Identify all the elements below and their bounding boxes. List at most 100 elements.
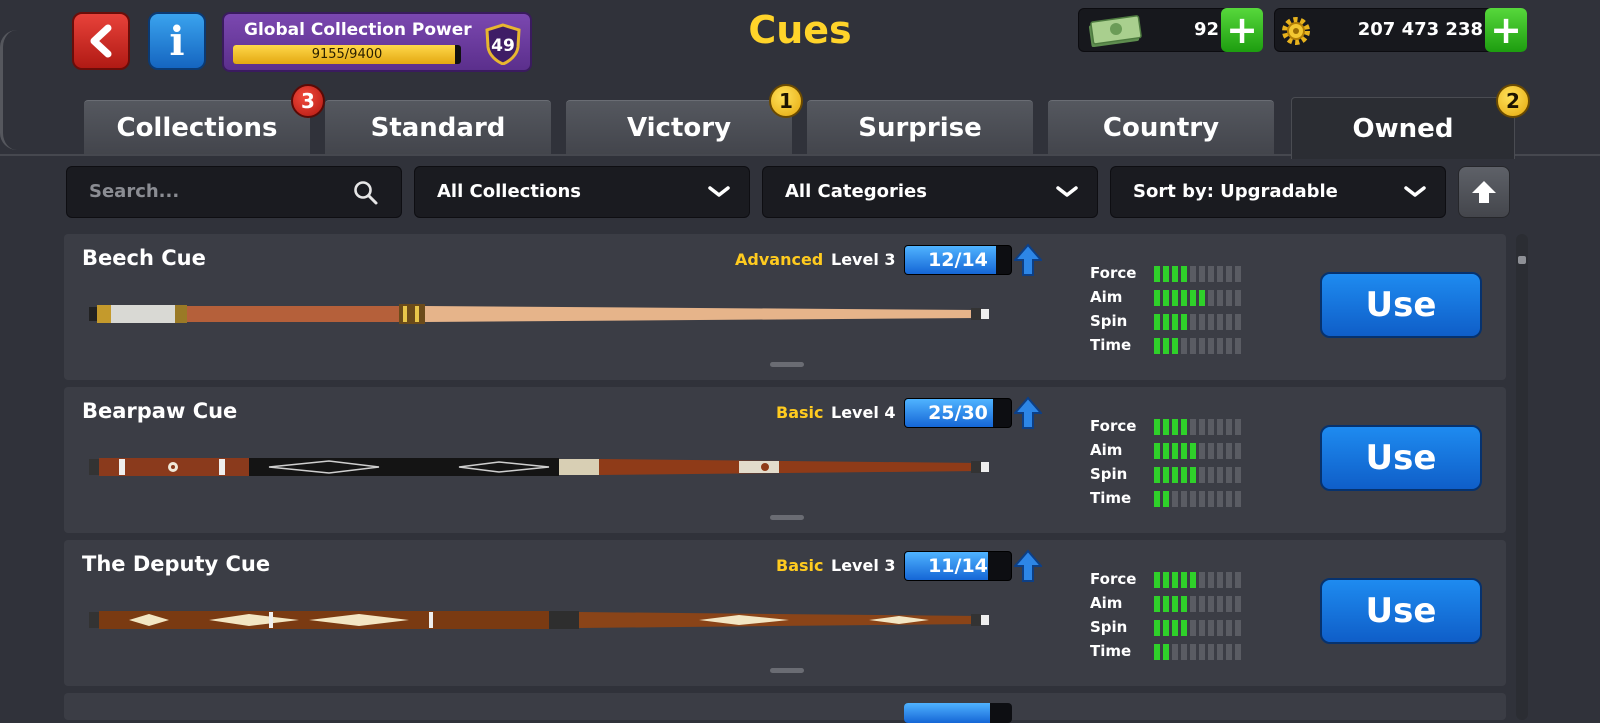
stat-segment (1235, 596, 1241, 612)
stat-bar-spin (1154, 314, 1241, 330)
upgrade-progress-text: 11/14 (928, 555, 988, 577)
tab-label: Owned (1352, 113, 1454, 144)
scrollbar[interactable] (1516, 234, 1528, 720)
search-icon (354, 181, 378, 205)
stat-segment (1163, 266, 1169, 282)
cue-card[interactable] (64, 693, 1506, 723)
stat-bar-time (1154, 644, 1241, 660)
cue-card[interactable]: The Deputy Cue Basic Level 3 11/14 Force… (64, 540, 1506, 686)
sort-dropdown[interactable]: Sort by: Upgradable (1110, 166, 1446, 218)
tab-collections[interactable]: Collections (84, 100, 310, 154)
stat-segment (1226, 572, 1232, 588)
stat-segment (1181, 314, 1187, 330)
stat-segment (1199, 419, 1205, 435)
stat-segment (1208, 467, 1214, 483)
stat-segment (1217, 491, 1223, 507)
stat-segment (1190, 572, 1196, 588)
cue-rarity: Advanced (735, 250, 824, 269)
stat-segment (1154, 419, 1160, 435)
info-button[interactable]: i (148, 12, 206, 70)
cue-card[interactable]: Beech Cue Advanced Level 3 12/14 Force Ai… (64, 234, 1506, 380)
stat-segment (1163, 596, 1169, 612)
plus-icon: + (1226, 8, 1258, 52)
stat-segment (1172, 644, 1178, 660)
category-dropdown[interactable]: All Categories (762, 166, 1098, 218)
stat-segment (1154, 290, 1160, 306)
stat-segment (1208, 419, 1214, 435)
sort-direction-button[interactable] (1458, 166, 1510, 218)
cue-card[interactable]: Bearpaw Cue Basic Level 4 25/30 Force Aim… (64, 387, 1506, 533)
stat-bar-time (1154, 338, 1241, 354)
tab-owned[interactable]: Owned (1291, 97, 1515, 159)
tab-label: Country (1102, 112, 1220, 143)
cue-level: Level 3 (831, 250, 896, 269)
stat-segment (1172, 596, 1178, 612)
stat-segment (1172, 572, 1178, 588)
cue-image (89, 304, 989, 324)
tab-victory[interactable]: Victory (566, 100, 792, 154)
stat-segment (1154, 314, 1160, 330)
plus-icon: + (1490, 8, 1522, 52)
upgrade-progress-fill (904, 703, 991, 723)
use-label: Use (1365, 591, 1437, 631)
stat-segment (1190, 467, 1196, 483)
upgrade-arrow-icon[interactable] (1014, 549, 1042, 583)
use-cue-button[interactable]: Use (1320, 272, 1482, 338)
add-cash-button[interactable]: + (1221, 8, 1263, 52)
tab-label: Collections (116, 112, 278, 143)
upgrade-arrow-icon[interactable] (1014, 243, 1042, 277)
tab-standard[interactable]: Standard (325, 100, 551, 154)
search-input[interactable]: Search... (66, 166, 402, 218)
stat-segment (1226, 314, 1232, 330)
add-coins-button[interactable]: + (1485, 8, 1527, 52)
stat-segment (1208, 572, 1214, 588)
collection-dropdown-value: All Collections (437, 181, 581, 202)
stat-segment (1163, 338, 1169, 354)
use-cue-button[interactable]: Use (1320, 425, 1482, 491)
back-arrow-icon (90, 24, 112, 58)
stat-segment (1163, 572, 1169, 588)
stat-segment (1172, 491, 1178, 507)
stat-segment (1235, 491, 1241, 507)
cue-name: The Deputy Cue (82, 552, 271, 576)
scroll-thumb[interactable] (1518, 256, 1526, 264)
stat-segment (1172, 338, 1178, 354)
stat-segment (1163, 443, 1169, 459)
stat-segment (1154, 572, 1160, 588)
power-label: Global Collection Power (244, 20, 472, 40)
stat-segment (1199, 266, 1205, 282)
tab-label: Surprise (858, 112, 982, 143)
power-progress-bar: 9155/9400 (233, 45, 461, 64)
stat-segment (1226, 290, 1232, 306)
stat-segment (1217, 314, 1223, 330)
stat-label-time: Time (1090, 642, 1132, 660)
upgrade-arrow-icon[interactable] (1014, 396, 1042, 430)
upgrade-progress-bar (904, 703, 1012, 723)
collection-power-panel[interactable]: Global Collection Power 9155/9400 49 (222, 12, 532, 72)
stat-segment (1235, 572, 1241, 588)
power-level: 49 (491, 36, 515, 56)
use-label: Use (1365, 438, 1437, 478)
tab-country[interactable]: Country (1048, 100, 1274, 154)
stat-segment (1172, 290, 1178, 306)
stat-segment (1217, 467, 1223, 483)
stat-segment (1217, 419, 1223, 435)
stat-segment (1172, 443, 1178, 459)
stat-segment (1190, 419, 1196, 435)
stat-segment (1226, 620, 1232, 636)
cue-image (89, 611, 989, 629)
stat-label-spin: Spin (1090, 618, 1128, 636)
stat-segment (1208, 491, 1214, 507)
info-icon: i (169, 17, 185, 65)
tab-surprise[interactable]: Surprise (807, 100, 1033, 154)
stat-segment (1190, 443, 1196, 459)
cue-image (89, 458, 989, 476)
card-grip-handle (770, 362, 804, 367)
use-cue-button[interactable]: Use (1320, 578, 1482, 644)
stat-segment (1235, 266, 1241, 282)
stat-segment (1172, 314, 1178, 330)
collection-dropdown[interactable]: All Collections (414, 166, 750, 218)
upgrade-progress-bar: 12/14 (904, 245, 1012, 275)
stat-bar-time (1154, 491, 1241, 507)
back-button[interactable] (72, 12, 130, 70)
